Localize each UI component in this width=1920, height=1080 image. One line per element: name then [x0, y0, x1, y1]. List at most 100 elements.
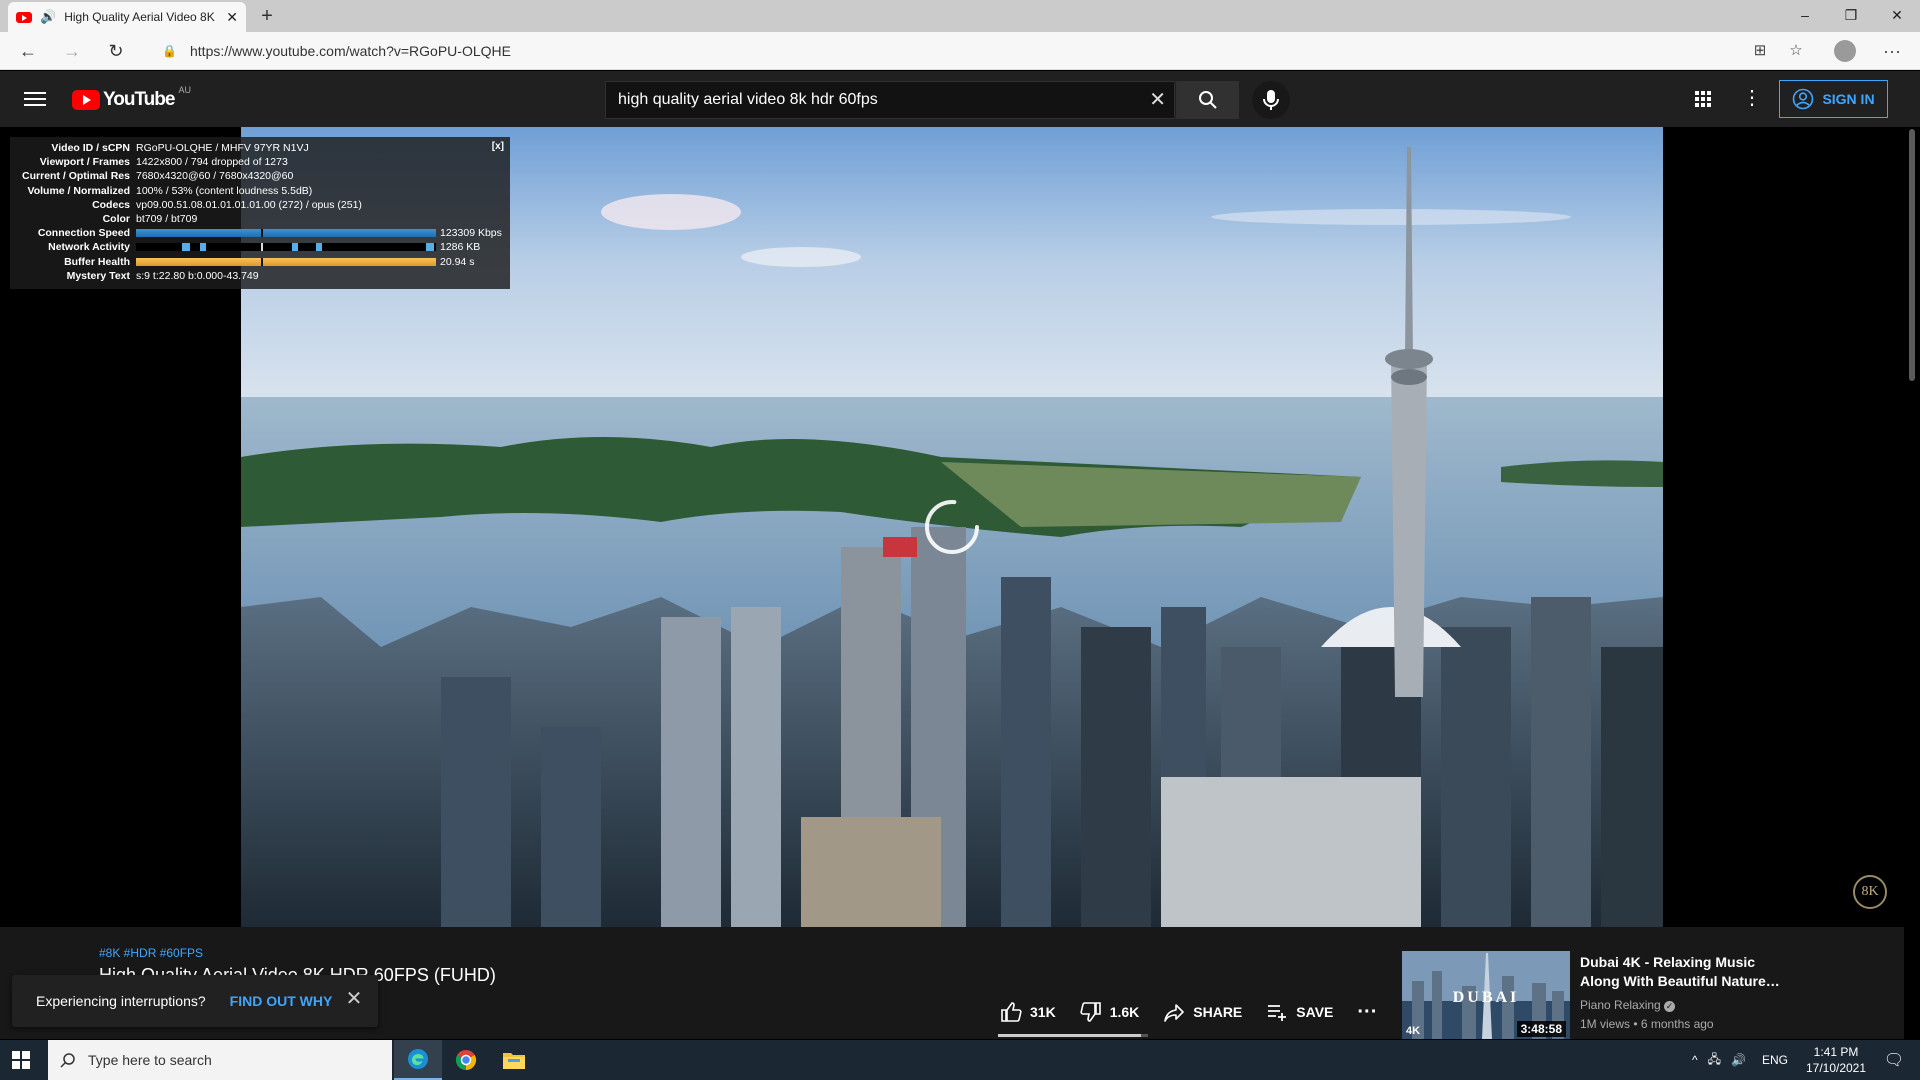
network-activity-row: Network Activity 1286 KB	[48, 241, 481, 254]
browser-menu-icon[interactable]: ···	[1878, 38, 1906, 64]
clear-search-icon[interactable]: ✕	[1149, 82, 1166, 118]
youtube-masthead: YouTube AU high quality aerial video 8k …	[0, 71, 1920, 127]
hamburger-menu-icon[interactable]	[24, 88, 46, 110]
notifications-icon[interactable]: 🗨	[1880, 1040, 1908, 1080]
refresh-icon[interactable]: ↻	[102, 38, 130, 64]
more-actions-icon[interactable]: ···	[1357, 1001, 1377, 1024]
clock-time: 1:41 PM	[1813, 1045, 1859, 1059]
interruptions-toast: Experiencing interruptions? FIND OUT WHY…	[12, 975, 378, 1027]
logo-wordmark: YouTube	[103, 89, 175, 110]
taskbar-search-box[interactable]: Type here to search	[48, 1040, 392, 1080]
browser-tab-strip: 🔊 High Quality Aerial Video 8K ✕ + – ❐ ✕	[0, 0, 1920, 32]
favorites-star-icon[interactable]: ☆	[1782, 38, 1810, 64]
search-button[interactable]	[1176, 81, 1239, 119]
stats-close-button[interactable]: [x]	[492, 141, 504, 152]
windows-start-icon[interactable]	[12, 1051, 30, 1069]
new-tab-button[interactable]: +	[255, 4, 279, 28]
edge-taskbar-icon[interactable]	[394, 1040, 442, 1080]
youtube-favicon-icon	[16, 11, 32, 23]
country-code: AU	[178, 85, 191, 95]
url-text[interactable]: https://www.youtube.com/watch?v=RGoPU-OL…	[190, 43, 511, 59]
chrome-taskbar-icon[interactable]	[442, 1040, 490, 1080]
microphone-icon	[1263, 90, 1279, 110]
sign-in-button[interactable]: SIGN IN	[1779, 80, 1888, 118]
forward-arrow-icon[interactable]: →	[58, 38, 86, 64]
toast-close-icon[interactable]: ✕	[344, 989, 364, 1009]
recommended-channel[interactable]: Piano Relaxing ✓	[1580, 998, 1676, 1012]
network-icon[interactable]: 🖧	[1708, 1050, 1721, 1071]
stats-row: Video ID / sCPN RGoPU-OLQHE / MHFV 97YR N…	[51, 142, 309, 155]
window-close-button[interactable]: ✕	[1874, 0, 1920, 32]
toast-message: Experiencing interruptions?	[36, 993, 206, 1009]
stats-row: Volume / Normalized 100% / 53% (content l…	[27, 184, 313, 197]
clock-date: 17/10/2021	[1805, 1061, 1867, 1075]
find-out-why-button[interactable]: FIND OUT WHY	[230, 993, 333, 1009]
4k-badge: 4K	[1406, 1025, 1421, 1037]
windows-taskbar: Type here to search ^ 🖧 🔊 ENG 1:41 PM 17…	[0, 1040, 1920, 1080]
settings-more-icon[interactable]: ⋮	[1740, 87, 1764, 111]
youtube-logo[interactable]: YouTube AU	[72, 85, 191, 111]
back-arrow-icon[interactable]: ←	[14, 38, 42, 64]
like-dislike-ratio-bar	[998, 1034, 1148, 1037]
stats-for-nerds-panel: [x] Video ID / sCPN RGoPU-OLQHE / MHFV 97…	[10, 137, 510, 289]
window-restore-button[interactable]: ❐	[1828, 0, 1874, 32]
connection-speed-graph	[136, 229, 436, 238]
like-count: 31K	[1030, 1004, 1056, 1020]
loading-spinner-icon	[925, 500, 979, 554]
youtube-play-logo-icon	[72, 90, 100, 110]
search-query: high quality aerial video 8k hdr 60fps	[618, 91, 878, 108]
language-indicator[interactable]: ENG	[1762, 1053, 1788, 1067]
scrollbar-thumb[interactable]	[1909, 129, 1915, 381]
youtube-apps-grid-icon[interactable]	[1691, 87, 1715, 111]
stats-row: Color bt709 / bt709	[102, 213, 198, 226]
mystery-text-row: Mystery Text s:9 t:22.80 b:0.000-43.749	[66, 269, 259, 282]
dislike-button[interactable]: 1.6K	[1080, 1001, 1139, 1023]
recommended-thumbnail[interactable]: DUBAI 4K 3:48:58	[1402, 951, 1570, 1039]
voice-search-button[interactable]	[1252, 81, 1290, 119]
audio-playing-icon[interactable]: 🔊	[40, 9, 56, 25]
share-arrow-icon	[1164, 1004, 1185, 1022]
taskbar-clock[interactable]: 1:41 PM 17/10/2021	[1796, 1040, 1876, 1080]
video-duration: 3:48:58	[1516, 1021, 1566, 1037]
search-icon	[1198, 91, 1217, 109]
stats-row: Current / Optimal Res 7680x4320@60 / 7680…	[22, 170, 294, 183]
share-button[interactable]: SHARE	[1163, 1001, 1242, 1023]
recommended-video[interactable]: DUBAI 4K 3:48:58 Dubai 4K - Relaxing Mus…	[1402, 951, 1892, 1039]
stats-row: Codecs vp09.00.51.08.01.01.01.01.00 (272)…	[92, 198, 362, 211]
taskbar-search-placeholder: Type here to search	[88, 1052, 212, 1068]
verified-check-icon: ✓	[1664, 1001, 1676, 1012]
like-button[interactable]: 31K	[1000, 1001, 1056, 1023]
video-player[interactable]: [x] Video ID / sCPN RGoPU-OLQHE / MHFV 97…	[0, 127, 1904, 927]
tab-close-icon[interactable]: ✕	[226, 9, 238, 26]
save-button[interactable]: SAVE	[1266, 1001, 1333, 1023]
video-hashtags[interactable]: #8K #HDR #60FPS	[99, 946, 203, 960]
save-label: SAVE	[1296, 1004, 1334, 1020]
buffer-health-row: Buffer Health 20.94 s	[64, 255, 475, 268]
volume-icon[interactable]: 🔊	[1731, 1053, 1746, 1067]
recommended-meta: 1M views • 6 months ago	[1580, 1017, 1714, 1031]
browser-toolbar: ← → ↻ 🔒 https://www.youtube.com/watch?v=…	[0, 32, 1920, 70]
profile-avatar[interactable]	[1834, 40, 1856, 62]
address-bar[interactable]: 🔒 https://www.youtube.com/watch?v=RGoPU-…	[146, 36, 1786, 66]
8k-watermark: 8K	[1853, 875, 1887, 909]
search-input[interactable]: high quality aerial video 8k hdr 60fps ✕	[605, 81, 1175, 119]
like-ratio-fill	[998, 1034, 1141, 1037]
thumbs-down-icon	[1080, 1002, 1101, 1022]
window-minimize-button[interactable]: –	[1782, 0, 1828, 32]
recommended-title[interactable]: Dubai 4K - Relaxing Music Along With Bea…	[1580, 953, 1790, 991]
thumbnail-text: DUBAI	[1452, 989, 1520, 1006]
apps-available-icon[interactable]: ⊞	[1746, 38, 1774, 64]
thumbs-up-icon	[1001, 1002, 1022, 1022]
buffer-health-graph	[136, 257, 436, 266]
page-scrollbar[interactable]	[1904, 127, 1920, 927]
lock-icon[interactable]: 🔒	[162, 44, 177, 58]
browser-tab[interactable]: 🔊 High Quality Aerial Video 8K ✕	[8, 2, 246, 32]
video-actions: 31K 1.6K SHARE SAVE ···	[1000, 997, 1401, 1027]
playlist-add-icon	[1268, 1005, 1287, 1021]
search-icon	[60, 1053, 75, 1068]
file-explorer-taskbar-icon[interactable]	[490, 1040, 538, 1080]
connection-speed-row: Connection Speed 123309 Kbps	[37, 227, 502, 240]
account-circle-icon	[1793, 88, 1814, 110]
sign-in-label: SIGN IN	[1822, 91, 1875, 107]
show-hidden-icons-icon[interactable]: ^	[1692, 1053, 1698, 1067]
